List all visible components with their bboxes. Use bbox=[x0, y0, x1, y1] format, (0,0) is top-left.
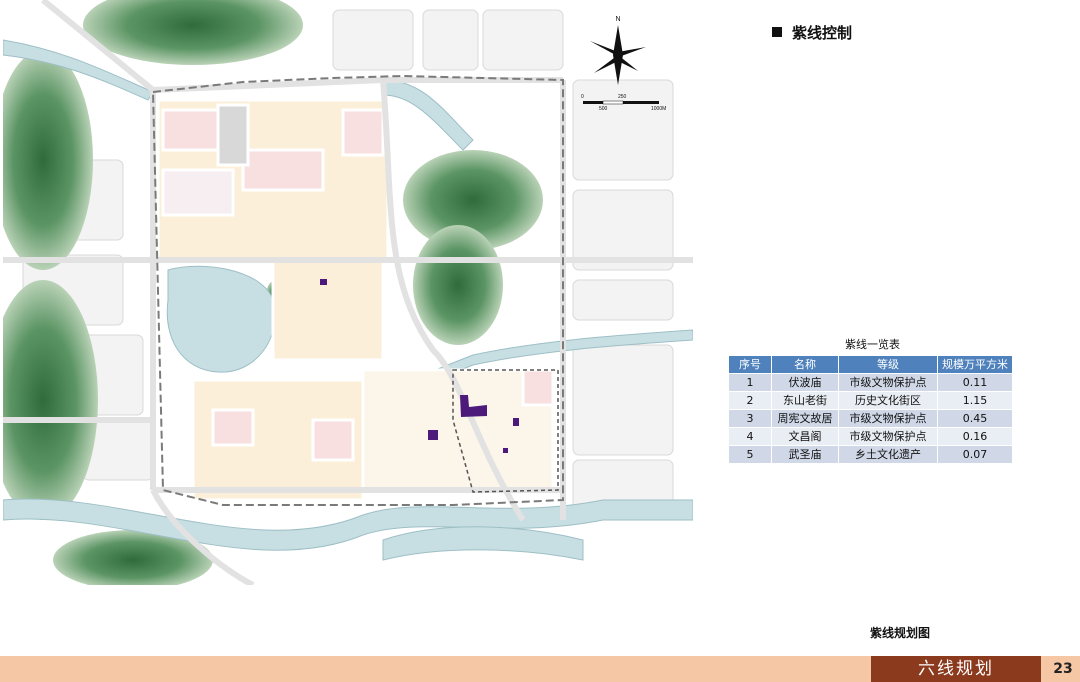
purple-site bbox=[428, 430, 438, 440]
scale-label: 1000M bbox=[651, 106, 666, 112]
scale-label: 500 bbox=[599, 106, 608, 112]
cell-size: 0.07 bbox=[937, 445, 1013, 464]
purple-site bbox=[513, 418, 519, 426]
table-row: 1 伏波庙 市级文物保护点 0.11 bbox=[728, 373, 1013, 392]
section-title: 紫线控制 bbox=[772, 22, 852, 43]
table-row: 4 文昌阁 市级文物保护点 0.16 bbox=[728, 427, 1013, 446]
section-title-text: 紫线控制 bbox=[792, 24, 853, 42]
cell-name: 东山老街 bbox=[771, 391, 839, 410]
column-header: 规模万平方米 bbox=[937, 355, 1013, 374]
scale-label: 0 bbox=[581, 94, 584, 100]
column-header: 名称 bbox=[771, 355, 839, 374]
north-label: N bbox=[615, 16, 620, 23]
cell-name: 伏波庙 bbox=[771, 373, 839, 392]
column-header: 等级 bbox=[838, 355, 938, 374]
cell-name: 文昌阁 bbox=[771, 427, 839, 446]
cell-name: 武圣庙 bbox=[771, 445, 839, 464]
map-caption: 紫线规划图 bbox=[870, 626, 931, 640]
table-caption: 紫线一览表 bbox=[845, 338, 900, 351]
purple-site bbox=[320, 279, 327, 285]
cell-size: 0.45 bbox=[937, 409, 1013, 428]
cell-level: 市级文物保护点 bbox=[838, 373, 938, 392]
cell-level: 乡土文化遗产 bbox=[838, 445, 938, 464]
purple-line-map: N 0 250 500 1000M bbox=[3, 0, 693, 585]
table-header-row: 序号 名称 等级 规模万平方米 bbox=[728, 355, 1013, 374]
cell-size: 1.15 bbox=[937, 391, 1013, 410]
cell-size: 0.11 bbox=[937, 373, 1013, 392]
table-row: 2 东山老街 历史文化街区 1.15 bbox=[728, 391, 1013, 410]
cell-no: 3 bbox=[728, 409, 772, 428]
cell-size: 0.16 bbox=[937, 427, 1013, 446]
scale-label: 250 bbox=[618, 94, 627, 100]
map-canvas: N 0 250 500 1000M bbox=[3, 0, 693, 585]
cell-level: 历史文化街区 bbox=[838, 391, 938, 410]
cell-no: 4 bbox=[728, 427, 772, 446]
cell-name: 周宪文故居 bbox=[771, 409, 839, 428]
cell-level: 市级文物保护点 bbox=[838, 409, 938, 428]
cell-level: 市级文物保护点 bbox=[838, 427, 938, 446]
purple-site bbox=[503, 448, 508, 453]
chapter-label: 六线规划 bbox=[871, 656, 1041, 682]
table-row: 5 武圣庙 乡土文化遗产 0.07 bbox=[728, 445, 1013, 464]
page-number: 23 bbox=[1053, 661, 1073, 677]
cell-no: 5 bbox=[728, 445, 772, 464]
square-bullet-icon bbox=[772, 27, 782, 37]
cell-no: 2 bbox=[728, 391, 772, 410]
purple-line-table: 序号 名称 等级 规模万平方米 1 伏波庙 市级文物保护点 0.11 2 东山老… bbox=[728, 355, 1013, 464]
cell-no: 1 bbox=[728, 373, 772, 392]
column-header: 序号 bbox=[728, 355, 772, 374]
table-row: 3 周宪文故居 市级文物保护点 0.45 bbox=[728, 409, 1013, 428]
